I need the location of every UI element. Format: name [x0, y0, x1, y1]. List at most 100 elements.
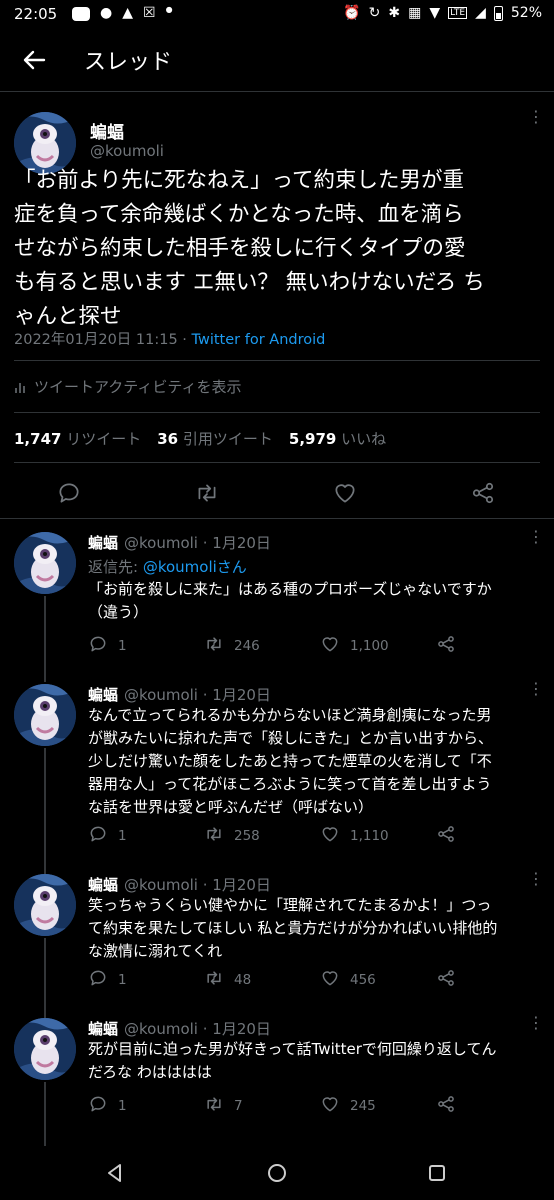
more-options-icon[interactable]: ⋮	[528, 681, 544, 704]
share-button[interactable]	[436, 968, 456, 992]
more-options-icon[interactable]: ⋮	[528, 109, 544, 132]
reply-button[interactable]: 1	[88, 634, 127, 658]
like-count: 1,110	[350, 828, 389, 844]
reply-icon	[88, 634, 108, 658]
retweet-button[interactable]: 48	[204, 968, 251, 992]
tweet-datetime: 2022年01月20日 11:15 ·	[14, 332, 192, 348]
divider	[14, 462, 540, 463]
avatar[interactable]	[14, 532, 76, 594]
retweet-icon	[204, 634, 224, 658]
reply-text: 「お前を殺しに来た」はある種のプロポーズじゃないですか （違う）	[88, 580, 492, 621]
reply-icon	[88, 968, 108, 992]
nav-recents-icon[interactable]	[426, 1162, 448, 1184]
reply-to-label: 返信先:	[88, 558, 143, 576]
likes-stat[interactable]: 5,979 いいね	[289, 428, 386, 449]
reply-count: 1	[118, 972, 127, 988]
divider	[14, 412, 540, 413]
wifi-icon: ▼	[429, 5, 441, 21]
page-title: スレッド	[84, 50, 173, 75]
retweet-icon	[204, 968, 224, 992]
reply-button[interactable]: 1	[88, 968, 127, 992]
retweet-count: 258	[234, 828, 260, 844]
nav-back-icon[interactable]	[104, 1162, 126, 1184]
reply-button[interactable]: 1	[88, 1094, 127, 1118]
author-name: 蝙蝠	[88, 1020, 119, 1038]
author-name: 蝙蝠	[90, 123, 124, 143]
thread-line	[44, 1082, 46, 1152]
like-button[interactable]: 456	[320, 968, 376, 992]
reply-to-user-link[interactable]: @koumoliさん	[143, 558, 247, 576]
reply-header: 蝙蝠 @koumoli · 1月20日	[88, 1018, 271, 1039]
retweet-count: 48	[234, 972, 252, 988]
thread-line	[44, 596, 46, 682]
retweet-count: 7	[234, 1098, 243, 1114]
tweet-source-link[interactable]: Twitter for Android	[192, 332, 326, 348]
share-icon	[436, 1094, 456, 1118]
author-handle: @koumoli	[90, 142, 164, 160]
dot-icon: ●	[165, 5, 173, 14]
reply-header: 蝙蝠 @koumoli · 1月20日	[88, 874, 271, 895]
nav-home-icon[interactable]	[266, 1162, 288, 1184]
battery-percent: 52%	[510, 5, 542, 21]
avatar[interactable]	[14, 874, 76, 936]
reply-icon	[88, 824, 108, 848]
lte-icon: LTE	[448, 7, 468, 19]
tweet-meta: 2022年01月20日 11:15 · Twitter for Android	[14, 328, 325, 349]
handle-date: @koumoli · 1月20日	[124, 1020, 271, 1038]
share-icon[interactable]	[470, 480, 496, 506]
share-button[interactable]	[436, 824, 456, 848]
divider	[0, 518, 554, 519]
retweet-icon[interactable]	[194, 480, 220, 506]
reply-to: 返信先: @koumoliさん	[88, 556, 247, 577]
reply-text: なんで立ってられるかも分からないほど満身創痍になった男 が獣みたいに掠れた声で「…	[88, 706, 494, 816]
share-button[interactable]	[436, 1094, 456, 1118]
thread-line	[44, 748, 46, 874]
reply-header: 蝙蝠 @koumoli · 1月20日	[88, 532, 271, 553]
status-time: 22:05	[14, 5, 58, 23]
reply-text: 笑っちゃうくらい健やかに「理解されてたまるかよ！」つっ て約束を果たしてほしい …	[88, 896, 498, 960]
reply-count: 1	[118, 638, 127, 654]
like-button[interactable]: 245	[320, 1094, 376, 1118]
battery-icon	[493, 5, 503, 21]
reply-button[interactable]: 1	[88, 824, 127, 848]
retweet-button[interactable]: 258	[204, 824, 260, 848]
like-icon	[320, 1094, 340, 1118]
retweets-stat[interactable]: 1,747 リツイート	[14, 428, 141, 449]
more-options-icon[interactable]: ⋮	[528, 871, 544, 894]
retweet-count: 246	[234, 638, 260, 654]
activity-label: ツイートアクティビティを表示	[34, 378, 242, 396]
like-icon	[320, 968, 340, 992]
more-options-icon[interactable]: ⋮	[528, 1015, 544, 1038]
system-nav-bar	[0, 1146, 554, 1200]
more-options-icon[interactable]: ⋮	[528, 529, 544, 552]
reply-icon[interactable]	[56, 480, 82, 506]
share-icon	[436, 968, 456, 992]
alarm-icon: ⏰	[343, 5, 361, 21]
retweet-button[interactable]: 246	[204, 634, 260, 658]
like-count: 1,100	[350, 638, 389, 654]
reply-actions: 1 7 245	[88, 1094, 468, 1118]
share-button[interactable]	[436, 634, 456, 658]
like-icon[interactable]	[332, 480, 358, 506]
thread-line	[44, 938, 46, 1018]
person-icon: ●	[100, 5, 113, 21]
avatar[interactable]	[14, 684, 76, 746]
vibrate-icon: ▦	[408, 5, 422, 21]
drive-icon: ▲	[122, 5, 133, 21]
bluetooth-icon: ✱	[388, 5, 401, 21]
tweet-activity-link[interactable]: ツイートアクティビティを表示	[14, 376, 241, 397]
retweet-button[interactable]: 7	[204, 1094, 243, 1118]
back-arrow-icon[interactable]	[18, 44, 50, 76]
tweet-text: 「お前より先に死なねえ」って約束した男が重 症を負って余命幾ばくかとなった時、血…	[14, 168, 485, 329]
line-icon	[72, 7, 90, 21]
sync-icon: ↻	[368, 5, 381, 21]
app-bar: スレッド	[0, 30, 554, 92]
quotes-stat[interactable]: 36 引用ツイート	[157, 428, 273, 449]
like-button[interactable]: 1,100	[320, 634, 389, 658]
author-name: 蝙蝠	[88, 534, 119, 552]
reply-actions: 1 258 1,110	[88, 824, 468, 848]
reply-icon	[88, 1094, 108, 1118]
avatar[interactable]	[14, 1018, 76, 1080]
tweet-stats: 1,747 リツイート 36 引用ツイート 5,979 いいね	[14, 428, 394, 449]
like-button[interactable]: 1,110	[320, 824, 389, 848]
